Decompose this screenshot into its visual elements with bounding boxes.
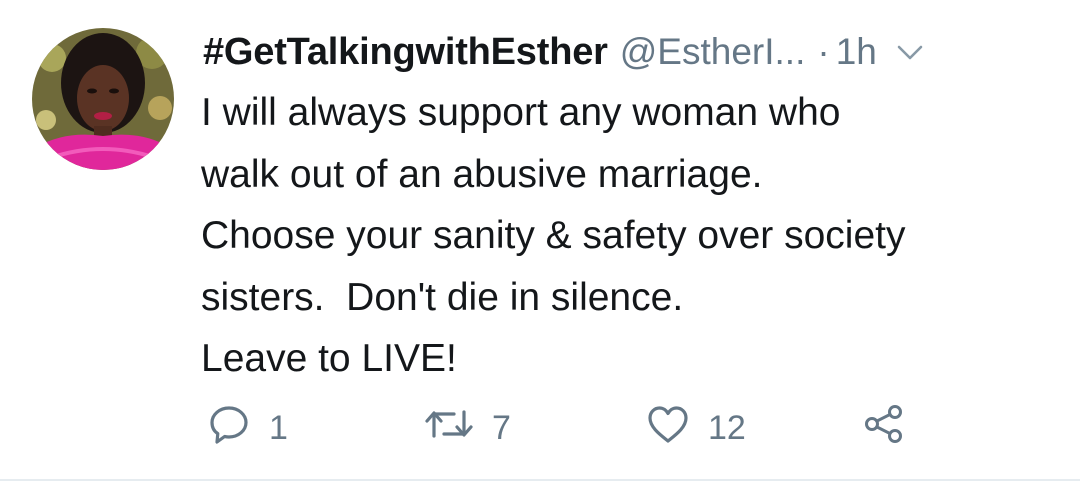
tweet-text-line: Leave to LIVE! <box>201 337 457 380</box>
action-bar: 1 7 12 <box>200 398 1060 458</box>
like-button[interactable]: 12 <box>644 398 746 458</box>
reply-icon <box>205 400 253 457</box>
like-count: 12 <box>708 408 746 447</box>
tweet-text-line: I will always support any woman who <box>201 91 841 134</box>
retweet-button[interactable]: 7 <box>422 398 511 458</box>
timestamp[interactable]: 1h <box>836 31 877 73</box>
tweet[interactable]: #GetTalkingwithEsther @EstherI... · 1h I… <box>0 0 1080 481</box>
user-handle[interactable]: @EstherI... <box>620 31 806 73</box>
reply-count: 1 <box>269 408 288 447</box>
reply-button[interactable]: 1 <box>205 398 288 458</box>
share-button[interactable] <box>860 398 908 458</box>
share-icon <box>860 400 908 457</box>
tweet-text-line: Choose your sanity & safety over society <box>201 214 906 257</box>
retweet-icon <box>422 400 476 457</box>
heart-icon <box>644 400 692 457</box>
tweet-text: I will always support any woman who walk… <box>201 82 1061 390</box>
separator-dot: · <box>817 31 830 72</box>
display-name[interactable]: #GetTalkingwithEsther <box>203 31 608 74</box>
tweet-header: #GetTalkingwithEsther @EstherI... · 1h <box>203 22 1053 82</box>
chevron-down-icon[interactable] <box>895 37 925 67</box>
retweet-count: 7 <box>492 408 511 447</box>
tweet-text-line: walk out of an abusive marriage. <box>201 152 763 196</box>
avatar[interactable] <box>32 28 174 170</box>
tweet-text-line: sisters. Don't die in silence. <box>201 275 684 319</box>
